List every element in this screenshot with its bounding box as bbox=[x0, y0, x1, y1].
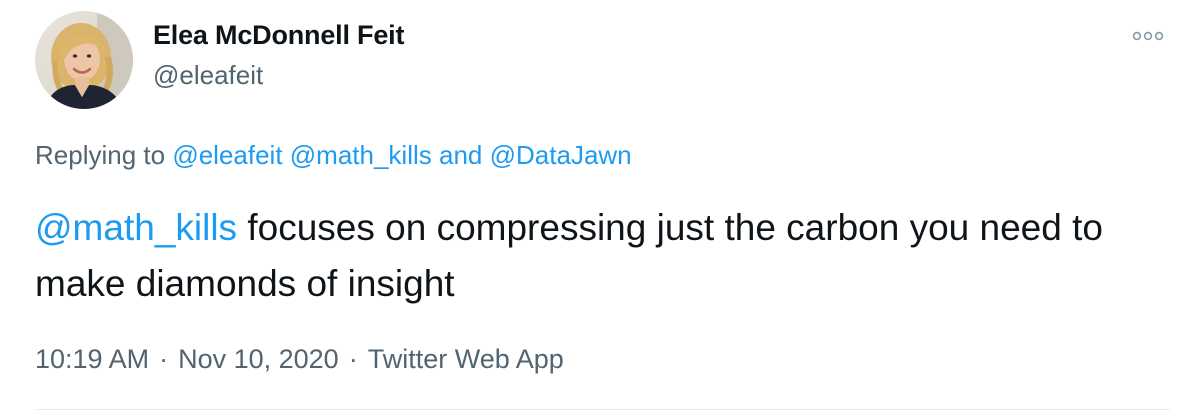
mention-link-eleafeit[interactable]: @eleafeit bbox=[172, 140, 282, 170]
meta-separator: · bbox=[348, 344, 358, 374]
tweet-source[interactable]: Twitter Web App bbox=[368, 344, 564, 374]
tweet-time[interactable]: 10:19 AM bbox=[35, 344, 149, 374]
user-avatar-photo-icon bbox=[35, 11, 133, 109]
author-handle[interactable]: @eleafeit bbox=[153, 60, 263, 91]
more-horizontal-icon bbox=[1132, 31, 1164, 41]
mention-link-datajawn[interactable]: @DataJawn bbox=[490, 140, 632, 170]
divider bbox=[35, 409, 1170, 410]
meta-separator: · bbox=[159, 344, 169, 374]
tweet-card: Elea McDonnell Feit @eleafeit Replying t… bbox=[0, 0, 1202, 416]
tweet-date[interactable]: Nov 10, 2020 bbox=[178, 344, 339, 374]
tweet-mention-link[interactable]: @math_kills bbox=[35, 207, 237, 248]
user-avatar[interactable] bbox=[35, 11, 133, 109]
author-name[interactable]: Elea McDonnell Feit bbox=[153, 20, 404, 51]
replying-to-line: Replying to @eleafeit @math_kills and @D… bbox=[35, 140, 632, 171]
tweet-text: @math_kills focuses on compressing just … bbox=[35, 200, 1175, 312]
tweet-metadata: 10:19 AM · Nov 10, 2020 · Twitter Web App bbox=[35, 344, 564, 375]
mention-link-math-kills[interactable]: @math_kills bbox=[290, 140, 432, 170]
replying-and-label: and bbox=[439, 140, 483, 170]
replying-to-label: Replying to bbox=[35, 140, 166, 170]
more-options-button[interactable] bbox=[1128, 26, 1168, 46]
